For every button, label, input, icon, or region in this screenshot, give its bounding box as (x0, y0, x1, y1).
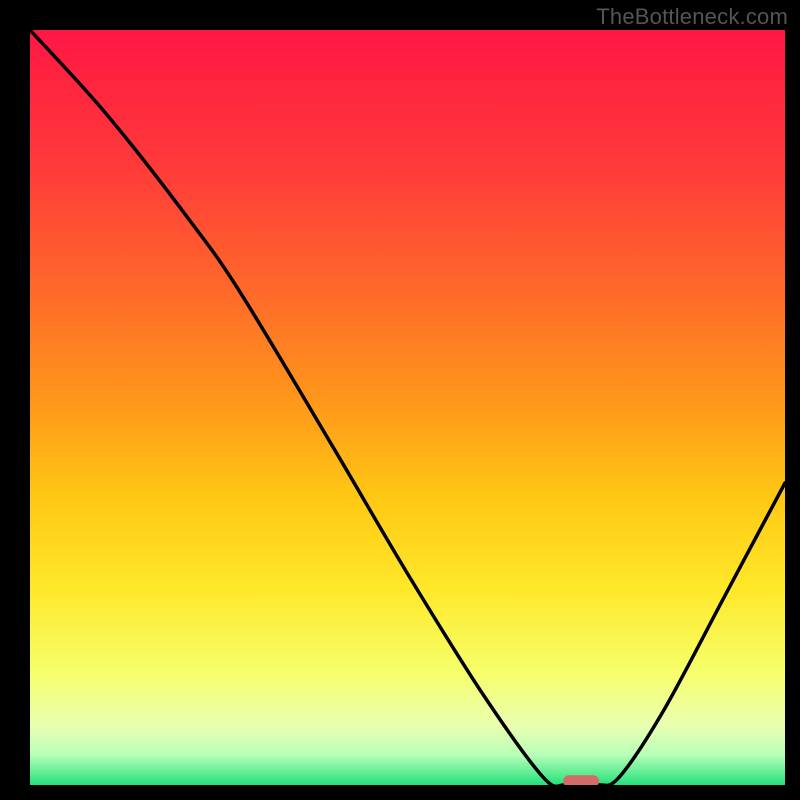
chart-container: TheBottleneck.com (0, 0, 800, 800)
watermark-text: TheBottleneck.com (596, 4, 788, 30)
plot-svg (30, 30, 785, 785)
plot-area (30, 30, 785, 785)
gradient-background (30, 30, 785, 785)
optimal-marker (563, 775, 599, 785)
